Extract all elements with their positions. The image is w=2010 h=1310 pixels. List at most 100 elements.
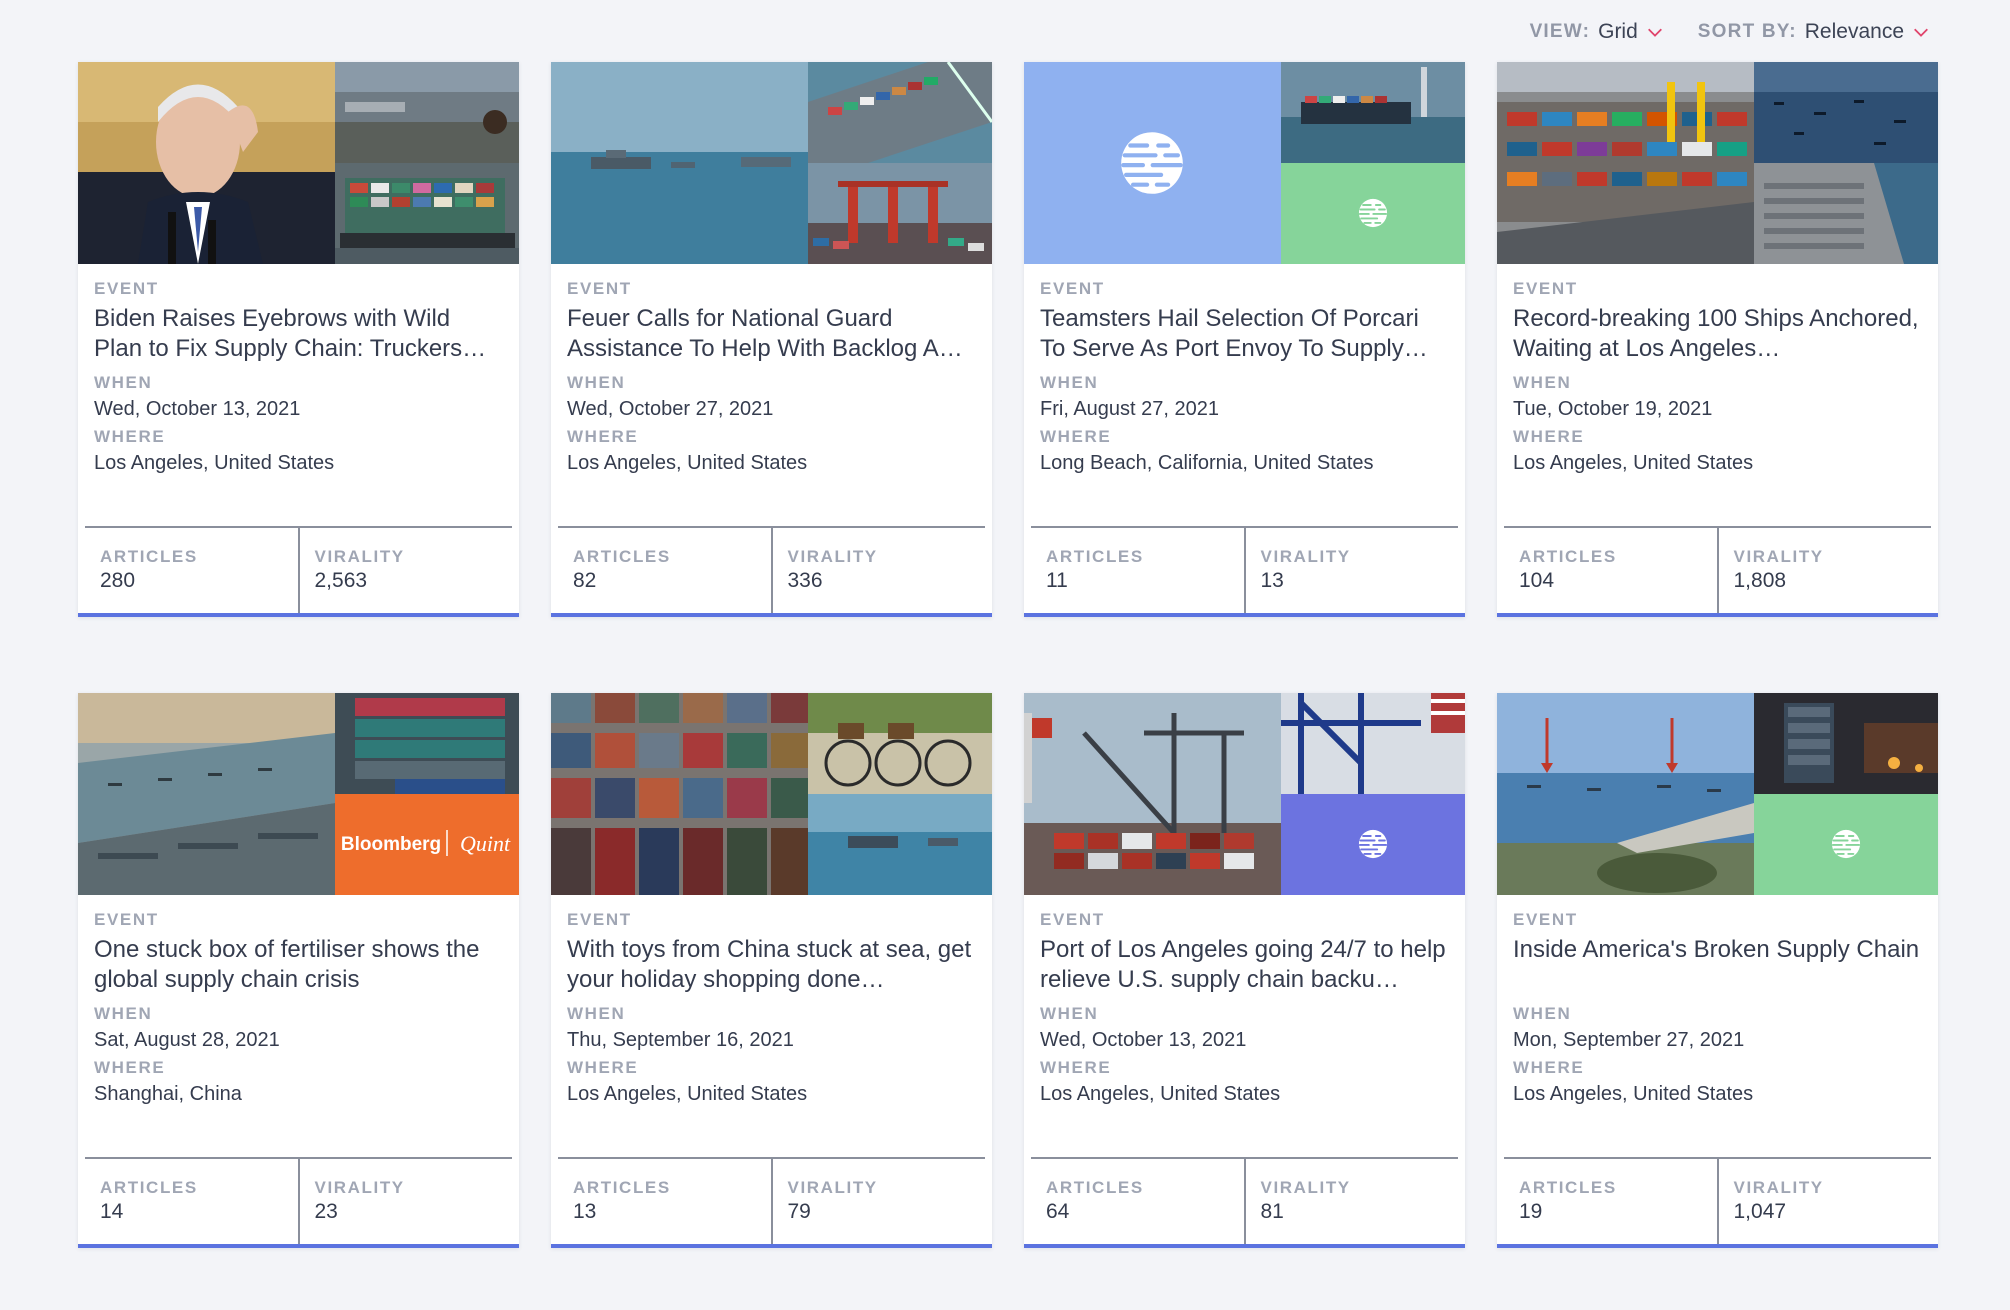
brand-text-secondary: Quint [460,831,511,856]
event-card[interactable]: EVENT Biden Raises Eyebrows with Wild Pl… [78,62,519,617]
when-label: WHEN [1513,1004,1572,1023]
event-card[interactable]: EVENT Inside America's Broken Supply Cha… [1497,693,1938,1248]
virality-score: 2,563 [314,569,368,592]
card-image-collage [551,693,992,895]
event-card[interactable]: EVENT Record-breaking 100 Ships Anchored… [1497,62,1938,617]
event-title[interactable]: One stuck box of fertiliser shows the gl… [94,935,503,995]
virality-score: 1,808 [1733,569,1787,592]
where-label: WHERE [1513,427,1585,446]
virality-label: VIRALITY [314,1178,405,1197]
placeholder-logo-tile [1281,163,1465,264]
toolbar: VIEW: Grid SORT BY: Relevance [1530,20,1930,44]
articles-label: ARTICLES [573,547,671,566]
event-date: Sat, August 28, 2021 [94,1029,280,1051]
card-image-collage [1497,62,1938,264]
containers-night-photo [1754,693,1938,794]
event-location: Los Angeles, United States [1513,452,1754,474]
event-label: EVENT [1513,910,1578,929]
event-title[interactable]: Feuer Calls for National Guard Assistanc… [567,304,976,364]
brand-text: Bloomberg [341,834,441,855]
stacked-containers-photo [335,693,519,794]
chevron-down-icon [1912,23,1930,41]
articles-label: ARTICLES [1046,1178,1144,1197]
virality-score: 1,047 [1733,1200,1787,1223]
when-label: WHEN [1513,373,1572,392]
when-label: WHEN [1040,1004,1099,1023]
chevron-down-icon [1646,23,1664,41]
person-photo [78,62,335,264]
articles-label: ARTICLES [100,547,198,566]
articles-stat: ARTICLES 280 [85,528,298,613]
event-card[interactable]: EVENT Feuer Calls for National Guard Ass… [551,62,992,617]
where-label: WHERE [1040,427,1112,446]
card-image-collage [1024,62,1465,264]
placeholder-logo-tile [1281,794,1465,895]
container-ship-photo [1281,62,1465,163]
event-date: Wed, October 13, 2021 [94,398,301,420]
placeholder-logo-tile [1754,794,1938,895]
view-value: Grid [1598,20,1638,43]
card-stats: ARTICLES 280 VIRALITY 2,563 [85,526,512,613]
event-card[interactable]: Bloomberg Quint EVENT One stuck box of f… [78,693,519,1248]
event-location: Los Angeles, United States [567,452,808,474]
when-label: WHEN [567,373,626,392]
virality-score: 23 [314,1200,338,1223]
articles-count: 104 [1519,569,1555,592]
where-label: WHERE [94,1058,166,1077]
where-label: WHERE [1040,1058,1112,1077]
articles-stat: ARTICLES 104 [1504,528,1717,613]
event-date: Wed, October 27, 2021 [567,398,774,420]
placeholder-logo-tile [1024,62,1281,264]
event-label: EVENT [94,279,159,298]
articles-count: 11 [1046,569,1068,592]
event-location: Los Angeles, United States [1040,1083,1281,1105]
articles-stat: ARTICLES 82 [558,528,771,613]
where-label: WHERE [1513,1058,1585,1077]
where-label: WHERE [567,427,639,446]
virality-stat: VIRALITY 79 [770,1159,986,1244]
where-label: WHERE [94,427,166,446]
articles-label: ARTICLES [100,1178,198,1197]
virality-label: VIRALITY [1260,1178,1351,1197]
articles-stat: ARTICLES 11 [1031,528,1244,613]
card-stats: ARTICLES 19 VIRALITY 1,047 [1504,1157,1931,1244]
event-label: EVENT [567,910,632,929]
container-ship-photo [335,163,519,264]
event-date: Fri, August 27, 2021 [1040,398,1220,420]
event-card[interactable]: EVENT Teamsters Hail Selection Of Porcar… [1024,62,1465,617]
event-title[interactable]: Record-breaking 100 Ships Anchored, Wait… [1513,304,1922,364]
event-grid: EVENT Biden Raises Eyebrows with Wild Pl… [78,62,1938,1248]
virality-label: VIRALITY [1733,547,1824,566]
ships-at-sea-photo [551,62,808,264]
card-image-collage [551,62,992,264]
card-image-collage [1024,693,1465,895]
event-date: Mon, September 27, 2021 [1513,1029,1745,1051]
virality-stat: VIRALITY 81 [1243,1159,1459,1244]
virality-score: 13 [1260,569,1284,592]
port-aerial-photo [78,693,335,895]
event-card[interactable]: EVENT Port of Los Angeles going 24/7 to … [1024,693,1465,1248]
event-title[interactable]: Inside America's Broken Supply Chain [1513,935,1922,995]
event-location: Los Angeles, United States [94,452,335,474]
sort-selector[interactable]: SORT BY: Relevance [1698,20,1930,44]
event-title[interactable]: Biden Raises Eyebrows with Wild Plan to … [94,304,503,364]
event-location: Shanghai, China [94,1083,242,1105]
view-selector[interactable]: VIEW: Grid [1530,20,1664,44]
articles-count: 64 [1046,1200,1070,1223]
event-date: Tue, October 19, 2021 [1513,398,1713,420]
event-label: EVENT [94,910,159,929]
event-card[interactable]: EVENT With toys from China stuck at sea,… [551,693,992,1248]
event-label: EVENT [1040,279,1105,298]
event-title[interactable]: Port of Los Angeles going 24/7 to help r… [1040,935,1449,995]
articles-count: 14 [100,1200,124,1223]
articles-count: 19 [1519,1200,1543,1223]
articles-stat: ARTICLES 64 [1031,1159,1244,1244]
card-stats: ARTICLES 13 VIRALITY 79 [558,1157,985,1244]
event-title[interactable]: Teamsters Hail Selection Of Porcari To S… [1040,304,1449,364]
event-title[interactable]: With toys from China stuck at sea, get y… [567,935,976,995]
articles-label: ARTICLES [1519,1178,1617,1197]
container-stacks-photo [551,693,808,895]
view-label: VIEW: [1529,21,1591,42]
virality-label: VIRALITY [314,547,405,566]
virality-score: 336 [787,569,823,592]
